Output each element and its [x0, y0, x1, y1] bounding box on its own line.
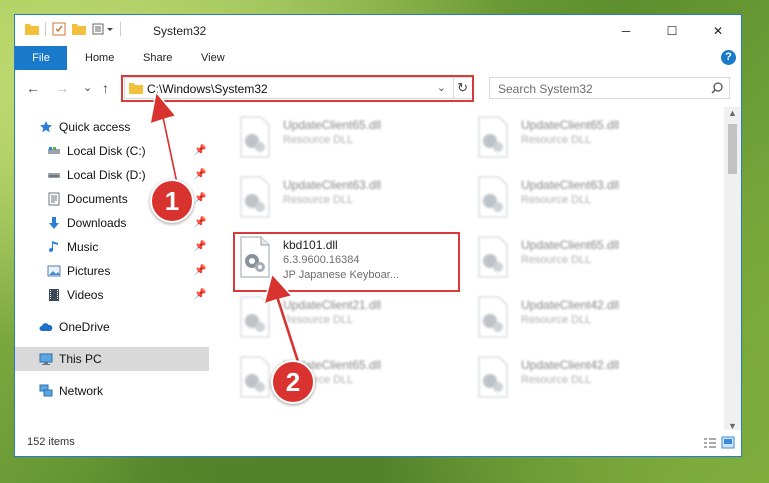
arrow-2: [262, 272, 301, 363]
annotation-arrows: [149, 90, 301, 363]
step-badge-2: 2: [271, 360, 315, 404]
step-badge-1: 1: [150, 179, 194, 223]
arrow-1: [149, 90, 180, 187]
